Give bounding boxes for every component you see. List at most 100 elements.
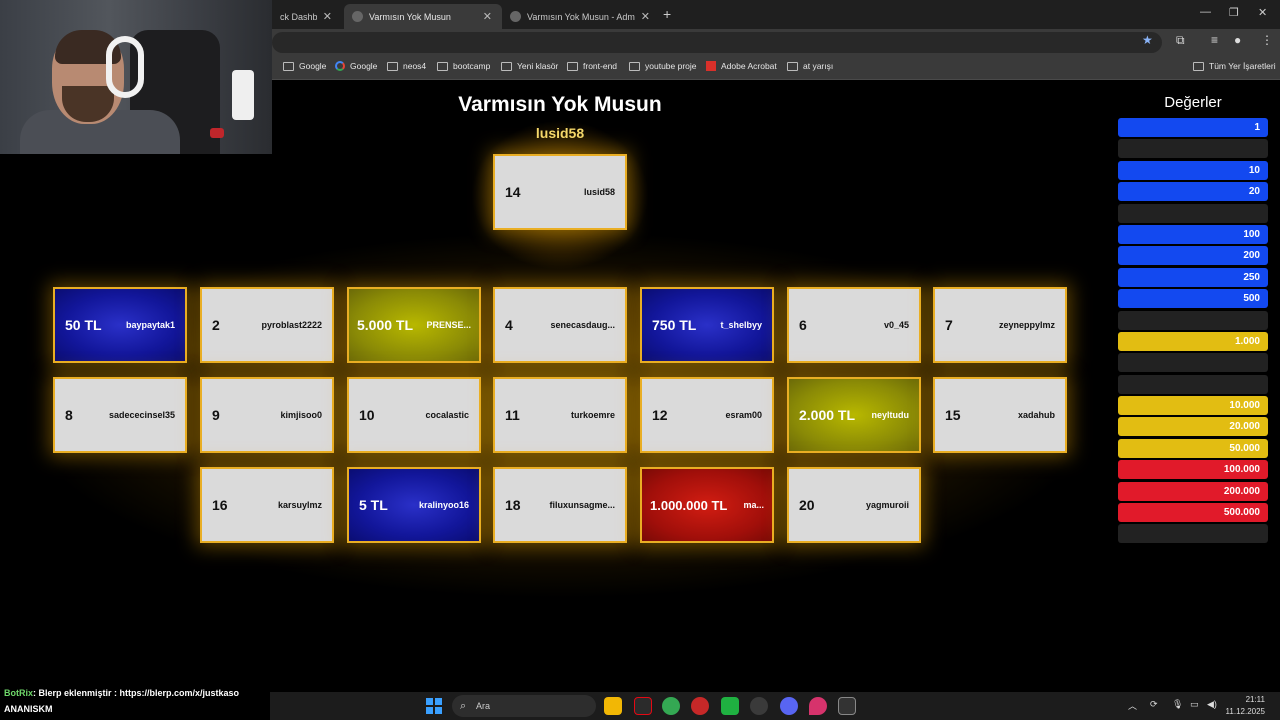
box-16[interactable]: 16 karsuylmz bbox=[200, 467, 334, 543]
box-value: 2.000 TL bbox=[799, 407, 856, 423]
box-owner: turkoemre bbox=[570, 410, 615, 420]
folder-icon bbox=[283, 61, 294, 71]
value-row-removed bbox=[1118, 524, 1268, 544]
play-icon[interactable] bbox=[721, 697, 739, 715]
close-tab-icon[interactable]: ✕ bbox=[483, 10, 492, 23]
box-owner: PRENSE... bbox=[426, 320, 471, 330]
minimize-button[interactable]: — bbox=[1200, 6, 1211, 18]
bookmark-label: neos4 bbox=[403, 61, 427, 71]
address-bar[interactable] bbox=[272, 32, 1162, 53]
tab-game[interactable]: Varmısın Yok Musun ✕ bbox=[344, 4, 502, 29]
media-control-icon[interactable]: ≡ bbox=[1211, 33, 1218, 47]
tray-chevron-icon[interactable]: ︿ bbox=[1128, 699, 1137, 712]
box-12[interactable]: 12 esram00 bbox=[640, 377, 774, 453]
box-18[interactable]: 18 filuxunsagme... bbox=[493, 467, 627, 543]
bookmark-item[interactable]: neos4 bbox=[387, 61, 426, 71]
box-3[interactable]: 5.000 TL PRENSE... bbox=[347, 287, 481, 363]
box-owner: ma... bbox=[743, 500, 764, 510]
tab-dashboard[interactable]: ck Dashboard ✕ bbox=[272, 4, 342, 29]
box-13[interactable]: 2.000 TL neyltudu bbox=[787, 377, 921, 453]
box-1[interactable]: 50 TL baypaytak1 bbox=[53, 287, 187, 363]
file-explorer-icon[interactable] bbox=[604, 697, 622, 715]
tab-label: Varmısın Yok Musun bbox=[369, 11, 451, 22]
sync-icon[interactable]: ⟳ bbox=[1150, 699, 1158, 710]
bookmark-label: front-end bbox=[583, 61, 618, 71]
box-17[interactable]: 5 TL kralinyoo16 bbox=[347, 467, 481, 543]
bookmark-star-icon[interactable]: ★ bbox=[1142, 33, 1153, 47]
value-row: 200.000 bbox=[1118, 481, 1268, 501]
bookmark-item[interactable]: bootcamp bbox=[437, 61, 490, 71]
restore-button[interactable]: ❐ bbox=[1229, 6, 1239, 19]
value-row: 500 bbox=[1118, 289, 1268, 309]
box-number: 16 bbox=[212, 497, 228, 513]
steam-icon[interactable] bbox=[750, 697, 768, 715]
box-5[interactable]: 750 TL t_shelbyy bbox=[640, 287, 774, 363]
webcam-overlay bbox=[0, 0, 272, 154]
value-row: 50.000 bbox=[1118, 438, 1268, 458]
value-row: 500.000 bbox=[1118, 503, 1268, 523]
menu-icon[interactable]: ⋮ bbox=[1261, 33, 1273, 47]
box-value: 50 TL bbox=[65, 317, 102, 333]
box-8[interactable]: 8 sadececinsel35 bbox=[53, 377, 187, 453]
box-owner: karsuylmz bbox=[277, 500, 322, 510]
box-9[interactable]: 9 kimjisoo0 bbox=[200, 377, 334, 453]
search-icon: ⌕ bbox=[460, 700, 467, 712]
box-6[interactable]: 6 v0_45 bbox=[787, 287, 921, 363]
close-tab-icon[interactable]: ✕ bbox=[641, 10, 650, 23]
favicon-icon bbox=[352, 11, 363, 22]
box-owner: neyltudu bbox=[871, 410, 910, 420]
box-value: 750 TL bbox=[652, 317, 697, 333]
box-11[interactable]: 11 turkoemre bbox=[493, 377, 627, 453]
system-clock[interactable]: 21:11 11.12.2025 bbox=[1225, 694, 1265, 718]
box-number: 11 bbox=[505, 407, 520, 423]
bookmark-item[interactable]: youtube proje bbox=[629, 61, 697, 71]
bookmark-item[interactable]: Adobe Acrobat bbox=[706, 61, 777, 71]
box-value: 5 TL bbox=[359, 497, 388, 513]
bookmark-label: Google bbox=[299, 61, 327, 71]
google-icon bbox=[335, 61, 345, 71]
box-20[interactable]: 20 yagmuroii bbox=[787, 467, 921, 543]
player-box[interactable]: 14 lusid58 bbox=[493, 154, 627, 230]
maps-pin-icon[interactable] bbox=[809, 697, 827, 715]
obs-icon[interactable] bbox=[691, 697, 709, 715]
bookmark-item[interactable]: Yeni klasör bbox=[501, 61, 558, 71]
box-19[interactable]: 1.000.000 TL ma... bbox=[640, 467, 774, 543]
windows-taskbar: ⌕ Ara ︿ ⟳ 🎙 ▭ ◀) 21:11 11.12.2025 bbox=[270, 692, 1280, 720]
new-tab-button[interactable]: + bbox=[663, 6, 671, 22]
terminal-icon[interactable] bbox=[838, 697, 856, 715]
close-tab-icon[interactable]: ✕ bbox=[323, 10, 332, 23]
profile-avatar-icon[interactable]: ● bbox=[1234, 33, 1241, 47]
value-row: 20.000 bbox=[1118, 417, 1268, 437]
bookmark-item[interactable]: front-end bbox=[567, 61, 617, 71]
bookmark-item[interactable]: Google bbox=[335, 61, 377, 71]
volume-icon[interactable]: ◀) bbox=[1207, 699, 1217, 710]
game-title: Varmısın Yok Musun bbox=[458, 93, 662, 116]
red-light bbox=[210, 128, 224, 138]
box-10[interactable]: 10 cocalastic bbox=[347, 377, 481, 453]
value-row-removed bbox=[1118, 353, 1268, 373]
extensions-icon[interactable]: ⧉ bbox=[1176, 33, 1185, 48]
box-15[interactable]: 15 xadahub bbox=[933, 377, 1067, 453]
values-panel: Değerler 1 10 20 100 200 250 500 1.000 1… bbox=[1118, 92, 1268, 546]
box-2[interactable]: 2 pyroblast2222 bbox=[200, 287, 334, 363]
current-player: lusid58 bbox=[535, 125, 585, 141]
headphones bbox=[106, 36, 144, 98]
chrome-icon[interactable] bbox=[662, 697, 680, 715]
network-icon[interactable]: ▭ bbox=[1190, 699, 1199, 710]
discord-icon[interactable] bbox=[780, 697, 798, 715]
netflix-icon[interactable] bbox=[634, 697, 652, 715]
taskbar-search[interactable]: ⌕ Ara bbox=[452, 695, 596, 717]
value-row: 200 bbox=[1118, 246, 1268, 266]
all-bookmarks[interactable]: Tüm Yer İşaretleri bbox=[1193, 61, 1276, 71]
close-window-button[interactable]: ✕ bbox=[1258, 6, 1267, 19]
clock-date: 11.12.2025 bbox=[1225, 707, 1265, 716]
bookmark-item[interactable]: Google bbox=[283, 61, 326, 71]
microphone-icon[interactable]: 🎙 bbox=[1172, 699, 1183, 710]
box-4[interactable]: 4 senecasdaug... bbox=[493, 287, 627, 363]
bookmark-item[interactable]: at yarışı bbox=[787, 61, 833, 71]
tab-admin[interactable]: Varmısın Yok Musun - Admin ✕ bbox=[502, 4, 660, 29]
box-7[interactable]: 7 zeyneppylmz bbox=[933, 287, 1067, 363]
start-button[interactable] bbox=[426, 698, 442, 714]
bookmark-label: Adobe Acrobat bbox=[721, 61, 777, 71]
bookmark-label: at yarışı bbox=[803, 61, 834, 71]
